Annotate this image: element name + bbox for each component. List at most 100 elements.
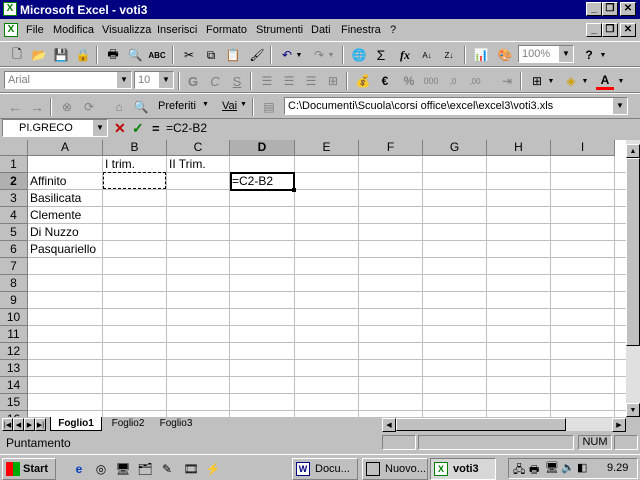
menu-file[interactable]: File (26, 24, 44, 36)
start-button[interactable]: Start (2, 458, 56, 480)
sort-descending-icon[interactable]: Z↓ (440, 46, 458, 64)
menu-dati[interactable]: Dati (311, 24, 331, 36)
goto-dropdown-icon[interactable]: ▼ (240, 101, 247, 108)
chart-wizard-icon[interactable]: 📊 (472, 46, 490, 64)
format-painter-icon[interactable]: 🖌 (248, 46, 266, 64)
stop-icon[interactable]: ⊗ (58, 98, 76, 116)
task-voti3[interactable]: X voti3 (430, 458, 496, 480)
function-icon[interactable]: fx (396, 46, 414, 64)
scroll-thumb[interactable] (626, 158, 640, 346)
tray-printer-icon[interactable]: 🖶 (529, 461, 539, 480)
row-header-14[interactable]: 14 (0, 377, 28, 394)
open-icon[interactable]: 📂 (30, 46, 48, 64)
chevron-down-icon[interactable]: ▼ (92, 120, 107, 136)
font-color-icon[interactable]: A (596, 72, 614, 90)
column-header-a[interactable]: A (28, 140, 103, 156)
minimize-button[interactable]: _ (586, 2, 602, 16)
tray-volume-icon[interactable]: 🔊 (561, 461, 575, 474)
row-header-1[interactable]: 1 (0, 156, 28, 173)
next-sheet-icon[interactable]: ▶ (24, 418, 35, 431)
doc-restore-button[interactable]: ❐ (602, 23, 618, 37)
chevron-down-icon[interactable]: ▼ (558, 46, 573, 62)
column-header-h[interactable]: H (487, 140, 551, 156)
address-field[interactable]: C:\Documenti\Scuola\corsi office\excel\e… (284, 97, 628, 115)
fill-dropdown-icon[interactable]: ▼ (580, 72, 590, 90)
percent-icon[interactable]: % (400, 72, 418, 90)
row-header-15[interactable]: 15 (0, 394, 28, 411)
menu-finestra[interactable]: Finestra (341, 24, 381, 36)
fill-color-icon[interactable]: ◈ (562, 72, 580, 90)
workbook-icon[interactable]: X (4, 23, 18, 37)
align-left-icon[interactable]: ☰ (258, 72, 276, 90)
tray-monitor-icon[interactable]: 🖥 (545, 461, 559, 474)
tray-network-icon[interactable]: 🖧 (513, 461, 525, 480)
help-icon[interactable]: ? (580, 46, 598, 64)
ie-icon[interactable]: e (70, 460, 88, 478)
row-header-5[interactable]: 5 (0, 224, 28, 241)
vertical-scrollbar[interactable]: ▲ ▼ (626, 140, 640, 417)
thousands-icon[interactable]: 000 (422, 72, 440, 90)
scroll-right-icon[interactable]: ▶ (612, 418, 626, 432)
refresh-icon[interactable]: ⟳ (80, 98, 98, 116)
worksheet-grid[interactable]: ABCDEFGHI 12345678910111213141516 I trim… (0, 140, 626, 417)
sort-ascending-icon[interactable]: A↓ (418, 46, 436, 64)
permission-icon[interactable]: 🔒 (74, 46, 92, 64)
zoom-select[interactable]: 100% ▼ (518, 45, 574, 63)
cell-a2[interactable]: Affinito (28, 173, 66, 190)
cell-c1[interactable]: II Trim. (167, 156, 206, 173)
notepad-icon[interactable]: ✎ (158, 460, 176, 478)
column-header-d[interactable]: D (230, 140, 295, 156)
cell-a4[interactable]: Clemente (28, 207, 81, 224)
menu-strumenti[interactable]: Strumenti (256, 24, 303, 36)
row-header-10[interactable]: 10 (0, 309, 28, 326)
close-button[interactable]: ✕ (620, 2, 636, 16)
row-header-8[interactable]: 8 (0, 275, 28, 292)
row-header-9[interactable]: 9 (0, 292, 28, 309)
print-icon[interactable]: 🖶 (104, 46, 122, 64)
prev-sheet-icon[interactable]: ◀ (13, 418, 24, 431)
redo-dropdown-icon[interactable]: ▼ (326, 46, 336, 64)
scroll-up-icon[interactable]: ▲ (626, 144, 640, 158)
task-document[interactable]: W Docu... (292, 458, 358, 480)
drawing-icon[interactable]: 🎨 (496, 46, 514, 64)
task-nuovo[interactable]: Nuovo... (362, 458, 428, 480)
cell-a6[interactable]: Pasquariello (28, 241, 96, 258)
row-header-6[interactable]: 6 (0, 241, 28, 258)
goto-menu[interactable]: Vai (222, 100, 237, 112)
chevron-down-icon[interactable]: ▼ (612, 98, 627, 114)
hyperlink-icon[interactable]: 🌐 (350, 46, 368, 64)
autosum-icon[interactable]: Σ (372, 46, 390, 64)
formula-input[interactable]: =C2-B2 (166, 119, 638, 137)
desktop-icon[interactable]: 🖥 (114, 460, 132, 478)
menu-visualizza[interactable]: Visualizza (102, 24, 151, 36)
copy-icon[interactable]: ⧉ (202, 46, 220, 64)
column-header-e[interactable]: E (295, 140, 359, 156)
currency-icon[interactable]: 💰 (354, 72, 372, 90)
horizontal-scroll-thumb[interactable] (396, 418, 566, 431)
quicklaunch-icon[interactable]: ⚡ (204, 460, 222, 478)
print-preview-icon[interactable]: 🔍 (126, 46, 144, 64)
align-right-icon[interactable]: ☰ (302, 72, 320, 90)
font-select[interactable]: Arial ▼ (4, 71, 132, 89)
outlook-icon[interactable]: ◎ (92, 460, 110, 478)
save-icon[interactable]: 💾 (52, 46, 70, 64)
cancel-icon[interactable]: ✕ (114, 120, 126, 137)
menu-formato[interactable]: Formato (206, 24, 247, 36)
equals-icon[interactable]: = (152, 121, 160, 136)
undo-dropdown-icon[interactable]: ▼ (294, 46, 304, 64)
sheet-tab-foglio3[interactable]: Foglio3 (152, 418, 200, 431)
cell-a3[interactable]: Basilicata (28, 190, 81, 207)
row-header-7[interactable]: 7 (0, 258, 28, 275)
cell-a5[interactable]: Di Nuzzo (28, 224, 79, 241)
column-header-c[interactable]: C (167, 140, 230, 156)
row-header-12[interactable]: 12 (0, 343, 28, 360)
italic-icon[interactable]: C (206, 72, 224, 90)
explorer-icon[interactable]: 🗂 (136, 460, 154, 478)
clock[interactable]: 9.29 (607, 462, 628, 474)
euro-icon[interactable]: € (376, 72, 394, 90)
restore-button[interactable]: ❐ (602, 2, 618, 16)
bold-icon[interactable]: G (184, 72, 202, 90)
chevron-down-icon[interactable]: ▼ (158, 72, 173, 88)
column-header-i[interactable]: I (551, 140, 615, 156)
sheet-tab-foglio1[interactable]: Foglio1 (50, 417, 102, 431)
